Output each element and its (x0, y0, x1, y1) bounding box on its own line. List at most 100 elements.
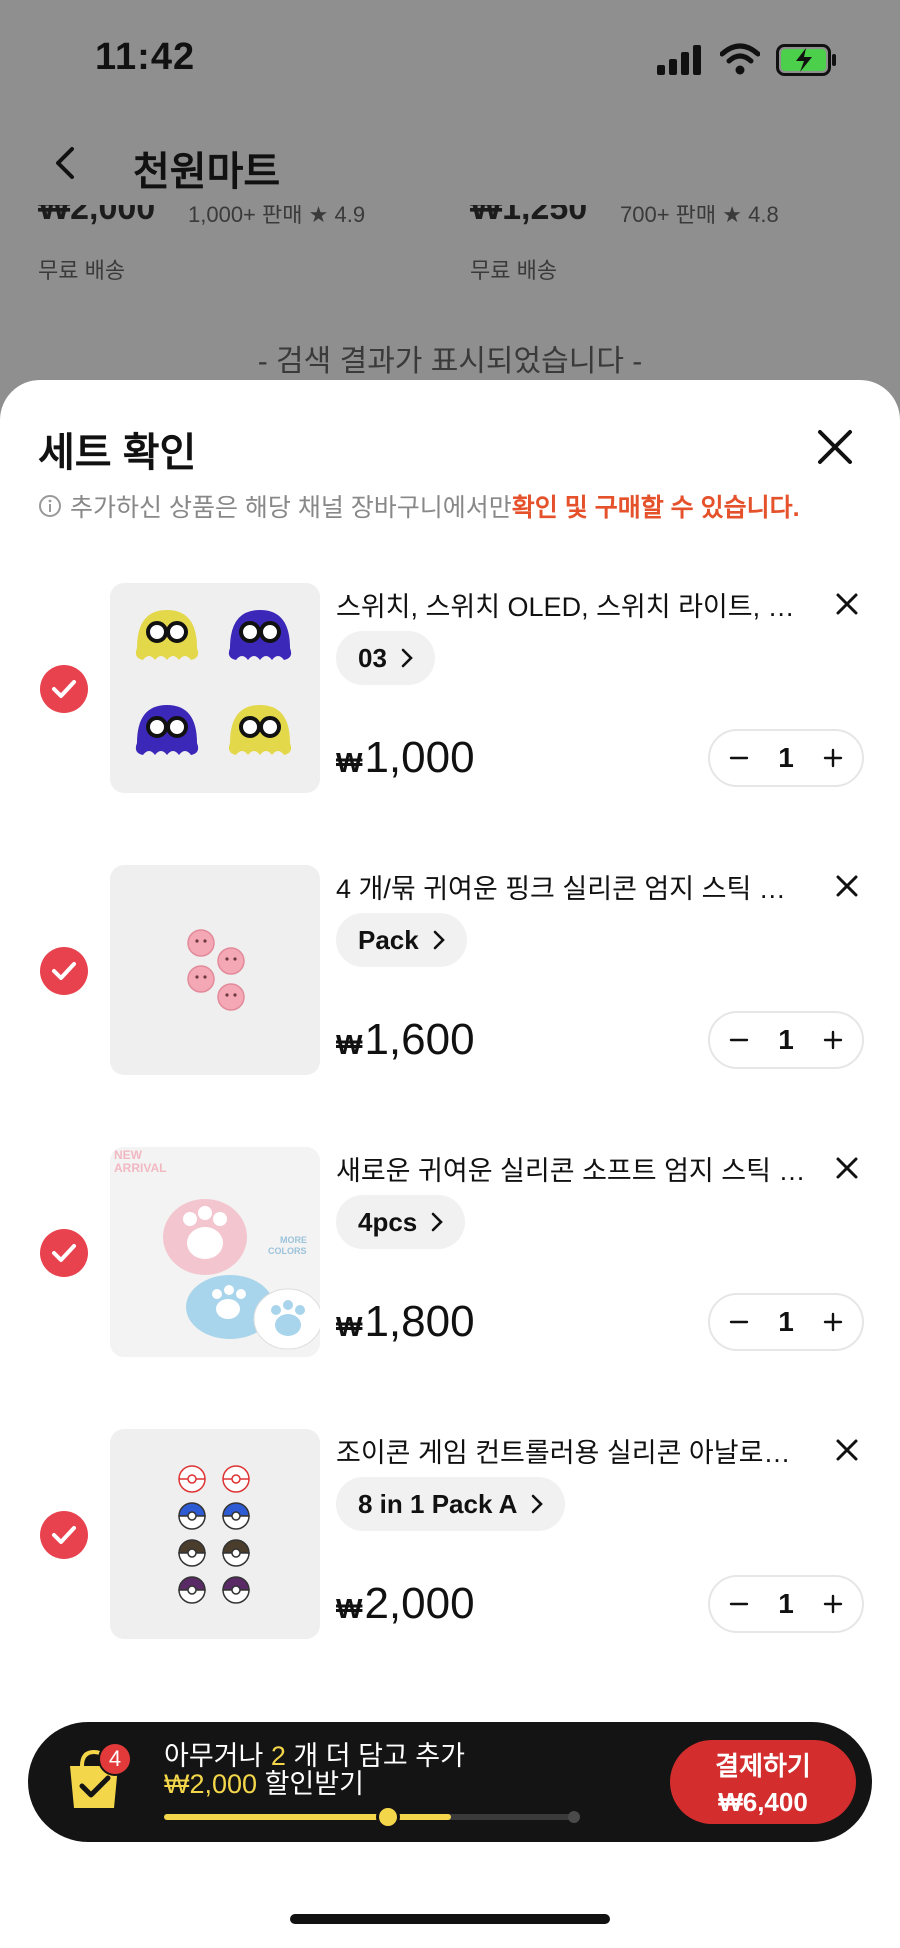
cart-item: 스위치, 스위치 OLED, 스위치 라이트, 닌... 03 ₩ 1,000 … (0, 583, 900, 813)
cart-item: 4 개/묶 귀여운 핑크 실리콘 엄지 스틱 그립 ... Pack ₩ 1,6… (0, 865, 900, 1095)
remove-item-icon[interactable] (832, 1153, 862, 1183)
option-selector[interactable]: 03 (336, 631, 435, 685)
currency-symbol: ₩ (336, 1311, 363, 1342)
item-checkbox[interactable] (40, 1511, 88, 1559)
product-meta: 1,000+ 판매 ★ 4.9 (188, 205, 365, 229)
option-selector[interactable]: 4pcs (336, 1195, 466, 1249)
product-thumbnail[interactable] (110, 583, 320, 793)
remove-item-icon[interactable] (832, 589, 862, 619)
item-price: ₩ 1,800 (336, 1297, 475, 1347)
squid-grips-image (135, 610, 292, 755)
progress-check-icon (376, 1805, 400, 1829)
progress-end-dot (568, 1811, 580, 1823)
background-product-row: ₩2,000 1,000+ 판매 ★ 4.9 무료 배송 ₩1,250 700+… (0, 205, 900, 285)
nav-bar: 천원마트 (0, 125, 900, 205)
new-arrival-text: NEW (114, 1148, 143, 1162)
promo-progress-fill (164, 1814, 451, 1820)
product-thumbnail[interactable] (110, 865, 320, 1075)
option-label: 03 (358, 642, 387, 673)
home-indicator[interactable] (290, 1914, 610, 1924)
check-icon (52, 1526, 76, 1544)
promo-progress-bar (164, 1805, 580, 1829)
quantity-stepper: 1 (708, 729, 864, 787)
quantity-stepper: 1 (708, 1011, 864, 1069)
promo-text-2: 개 더 담고 추가 (285, 1741, 465, 1771)
product-meta: 700+ 판매 ★ 4.8 (620, 205, 779, 229)
quantity-value: 1 (778, 742, 794, 773)
promo-checkout-bar: 4 아무거나 2 개 더 담고 추가 ₩2,000 할인받기 결제하기 ₩6,4… (28, 1722, 872, 1842)
checkout-label: 결제하기 (715, 1751, 811, 1781)
quantity-value: 1 (778, 1588, 794, 1619)
item-checkbox[interactable] (40, 1229, 88, 1277)
background-page: 11:42 천원마트 ₩2,000 1,000+ 판매 ★ 4.9 무료 배송 … (0, 0, 900, 420)
minus-icon[interactable] (728, 1593, 750, 1615)
option-label: 4pcs (358, 1206, 418, 1237)
quantity-stepper: 1 (708, 1575, 864, 1633)
item-price: ₩ 1,600 (336, 1015, 475, 1065)
product-thumbnail[interactable]: NEW ARRIVAL MORE COLORS (110, 1147, 320, 1357)
option-label: 8 in 1 Pack A (358, 1488, 518, 1519)
wifi-icon (720, 43, 760, 75)
remove-item-icon[interactable] (832, 871, 862, 901)
option-label: Pack (358, 924, 419, 955)
shipping-label: 무료 배송 (38, 258, 126, 283)
checkout-total: ₩6,400 (718, 1787, 808, 1817)
notice-text: 추가하신 상품은 해당 채널 장바구니에서만 (70, 494, 512, 522)
plus-icon[interactable] (822, 1593, 844, 1615)
rating: 4.8 (748, 205, 779, 227)
channel-notice: 추가하신 상품은 해당 채널 장바구니에서만 확인 및 구매할 수 있습니다. (38, 488, 800, 524)
option-selector[interactable]: 8 in 1 Pack A (336, 1477, 566, 1531)
option-selector[interactable]: Pack (336, 913, 467, 967)
background-product[interactable]: ₩2,000 1,000+ 판매 ★ 4.9 무료 배송 (38, 205, 418, 285)
chevron-right-icon (433, 930, 445, 950)
minus-icon[interactable] (728, 747, 750, 769)
rating: 4.9 (334, 205, 366, 227)
sheet-title: 세트 확인 (38, 431, 197, 475)
star-icon: ★ (722, 205, 749, 227)
chevron-right-icon (431, 1212, 444, 1232)
back-arrow-icon[interactable] (48, 143, 84, 183)
product-price: ₩1,250 (470, 205, 588, 227)
plus-icon[interactable] (822, 747, 844, 769)
background-product[interactable]: ₩1,250 700+ 판매 ★ 4.8 무료 배송 (470, 205, 850, 285)
remove-item-icon[interactable] (832, 1435, 862, 1465)
minus-icon[interactable] (728, 1311, 750, 1333)
price-value: 1,800 (364, 1297, 475, 1346)
promo-amount: ₩2,000 (164, 1769, 258, 1799)
item-checkbox[interactable] (40, 947, 88, 995)
more-colors-text-2: COLORS (268, 1246, 307, 1256)
cellular-signal-icon (657, 45, 703, 75)
close-icon[interactable] (812, 424, 858, 470)
cart-item: NEW ARRIVAL MORE COLORS 새로운 귀여운 실리콘 소프트 … (0, 1147, 900, 1377)
status-time: 11:42 (95, 36, 196, 78)
item-name[interactable]: 새로운 귀여운 실리콘 소프트 엄지 스틱 그... (336, 1149, 806, 1188)
item-name[interactable]: 4 개/묶 귀여운 핑크 실리콘 엄지 스틱 그립 ... (336, 867, 806, 906)
page-title: 천원마트 (133, 150, 281, 194)
minus-icon[interactable] (728, 1029, 750, 1051)
plus-icon[interactable] (822, 1311, 844, 1333)
cart-count-badge: 4 (98, 1742, 132, 1776)
info-icon (39, 495, 61, 517)
checkout-button[interactable]: 결제하기 ₩6,400 (670, 1740, 856, 1824)
chevron-right-icon (401, 648, 413, 668)
item-name[interactable]: 조이콘 게임 컨트롤러용 실리콘 아날로그 엄... (336, 1431, 806, 1470)
chevron-right-icon (532, 1494, 544, 1514)
cart-item: 조이콘 게임 컨트롤러용 실리콘 아날로그 엄... 8 in 1 Pack A… (0, 1429, 900, 1659)
ball-grips-image (178, 1465, 250, 1604)
quantity-value: 1 (778, 1024, 794, 1055)
set-confirm-sheet: 세트 확인 추가하신 상품은 해당 채널 장바구니에서만 확인 및 구매할 수 … (0, 380, 900, 1948)
quantity-value: 1 (778, 1306, 794, 1337)
item-price: ₩ 2,000 (336, 1579, 475, 1629)
product-thumbnail[interactable] (110, 1429, 320, 1639)
check-icon (52, 1244, 76, 1262)
promo-text-3: 할인받기 (257, 1769, 364, 1799)
item-checkbox[interactable] (40, 665, 88, 713)
star-icon: ★ (308, 205, 335, 227)
quantity-stepper: 1 (708, 1293, 864, 1351)
item-name[interactable]: 스위치, 스위치 OLED, 스위치 라이트, 닌... (336, 585, 806, 624)
check-icon (52, 962, 76, 980)
check-icon (52, 680, 76, 698)
product-price: ₩2,000 (38, 205, 156, 227)
new-arrival-text-2: ARRIVAL (114, 1161, 166, 1175)
plus-icon[interactable] (822, 1029, 844, 1051)
